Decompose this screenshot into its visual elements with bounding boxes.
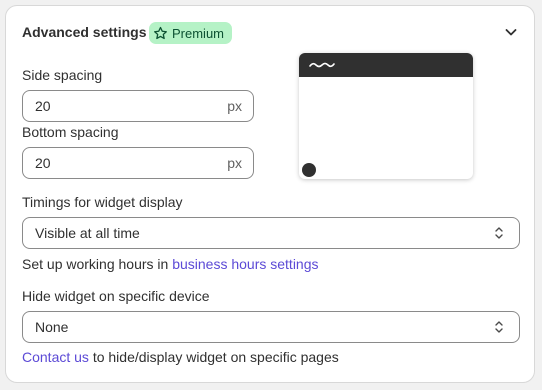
- select-chevron-icon: [495, 227, 503, 239]
- preview-header-bar: [299, 53, 473, 77]
- timings-select[interactable]: Visible at all time: [22, 217, 520, 249]
- bottom-spacing-value[interactable]: 20: [35, 155, 51, 171]
- timings-help-text: Set up working hours in business hours s…: [22, 256, 319, 272]
- device-help-text: Contact us to hide/display widget on spe…: [22, 349, 339, 365]
- timings-selected-value: Visible at all time: [35, 225, 140, 241]
- business-hours-link[interactable]: business hours settings: [172, 256, 318, 272]
- bottom-spacing-input[interactable]: 20 px: [22, 147, 254, 179]
- premium-badge: Premium: [149, 22, 233, 44]
- side-spacing-suffix: px: [227, 98, 242, 114]
- bottom-spacing-suffix: px: [227, 155, 242, 171]
- star-icon: [154, 26, 167, 39]
- device-label: Hide widget on specific device: [22, 288, 210, 304]
- select-chevron-icon: [495, 321, 503, 333]
- side-spacing-input[interactable]: 20 px: [22, 90, 254, 122]
- timings-label: Timings for widget display: [22, 194, 183, 210]
- section-title: Advanced settings: [22, 24, 147, 40]
- device-help-suffix: to hide/display widget on specific pages: [88, 349, 339, 365]
- bottom-spacing-label: Bottom spacing: [22, 124, 119, 140]
- widget-launcher-dot: [302, 163, 316, 177]
- wave-icon: [309, 62, 335, 68]
- device-selected-value: None: [35, 319, 69, 335]
- side-spacing-value[interactable]: 20: [35, 98, 51, 114]
- chevron-down-icon[interactable]: [502, 23, 520, 41]
- contact-us-link[interactable]: Contact us: [22, 349, 89, 365]
- premium-badge-label: Premium: [172, 25, 225, 41]
- advanced-settings-card: Advanced settings Premium Side spacing 2…: [5, 5, 535, 383]
- device-select[interactable]: None: [22, 311, 520, 343]
- side-spacing-label: Side spacing: [22, 67, 103, 83]
- widget-preview: [299, 53, 473, 179]
- timings-help-prefix: Set up working hours in: [22, 256, 173, 272]
